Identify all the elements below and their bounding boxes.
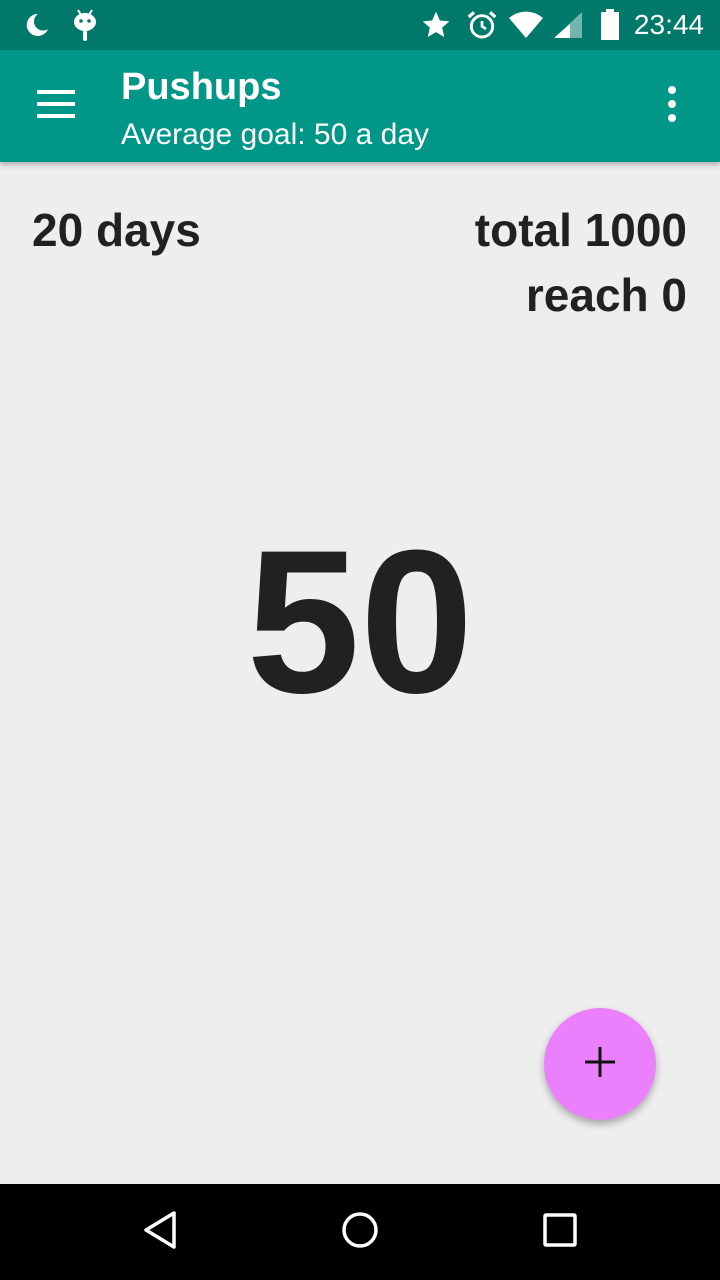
app-title: Pushups	[121, 66, 282, 108]
navigation-bar	[0, 1184, 720, 1280]
more-vert-icon	[667, 85, 677, 127]
reach-label: reach 0	[525, 269, 687, 321]
screen: 23:44 Pushups Average goal: 50 a day 20 …	[0, 0, 720, 1280]
status-bar: 23:44	[0, 0, 720, 50]
wifi-icon	[508, 0, 544, 50]
android-debug-icon	[72, 0, 98, 50]
overflow-menu-button[interactable]	[652, 78, 692, 134]
home-button[interactable]	[312, 1184, 408, 1280]
alarm-icon	[466, 0, 498, 50]
recents-button[interactable]	[512, 1184, 608, 1280]
menu-button[interactable]	[28, 78, 84, 134]
add-icon	[585, 1046, 615, 1082]
back-icon	[142, 1210, 178, 1255]
app-subtitle: Average goal: 50 a day	[121, 118, 430, 151]
cell-signal-icon	[552, 0, 584, 50]
goal-count: 50	[246, 508, 474, 736]
star-icon	[420, 0, 452, 50]
menu-icon	[37, 89, 75, 123]
status-time: 23:44	[633, 9, 704, 40]
add-button[interactable]	[544, 1008, 656, 1120]
days-label: 20 days	[32, 204, 201, 256]
battery-icon	[600, 0, 620, 50]
home-icon	[341, 1211, 379, 1254]
moon-icon	[22, 0, 50, 50]
recents-icon	[543, 1212, 577, 1252]
app-bar: Pushups Average goal: 50 a day	[0, 50, 720, 162]
total-label: total 1000	[474, 204, 687, 256]
back-button[interactable]	[112, 1184, 208, 1280]
